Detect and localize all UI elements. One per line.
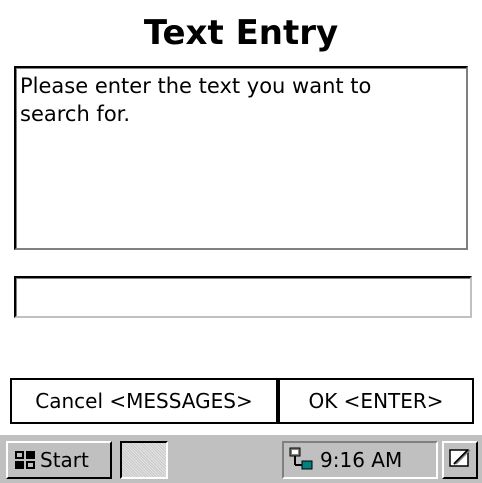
windows-flag-icon xyxy=(14,449,36,471)
message-text-area: Please enter the text you want to search… xyxy=(14,66,468,250)
show-desktop-button[interactable] xyxy=(442,441,478,479)
dialog-title: Text Entry xyxy=(143,13,339,53)
start-label: Start xyxy=(40,448,89,472)
search-text-input[interactable] xyxy=(14,276,472,318)
cancel-button[interactable]: Cancel <MESSAGES> xyxy=(10,378,278,424)
clock[interactable]: 9:16 AM xyxy=(320,448,402,472)
system-tray: 9:16 AM xyxy=(282,441,438,479)
network-icon[interactable] xyxy=(288,447,314,473)
ok-button[interactable]: OK <ENTER> xyxy=(278,378,474,424)
taskbar-app-slot[interactable] xyxy=(120,441,168,479)
show-desktop-icon xyxy=(448,446,472,474)
taskbar: Start 9:16 AM xyxy=(0,433,482,483)
start-button[interactable]: Start xyxy=(6,441,112,479)
